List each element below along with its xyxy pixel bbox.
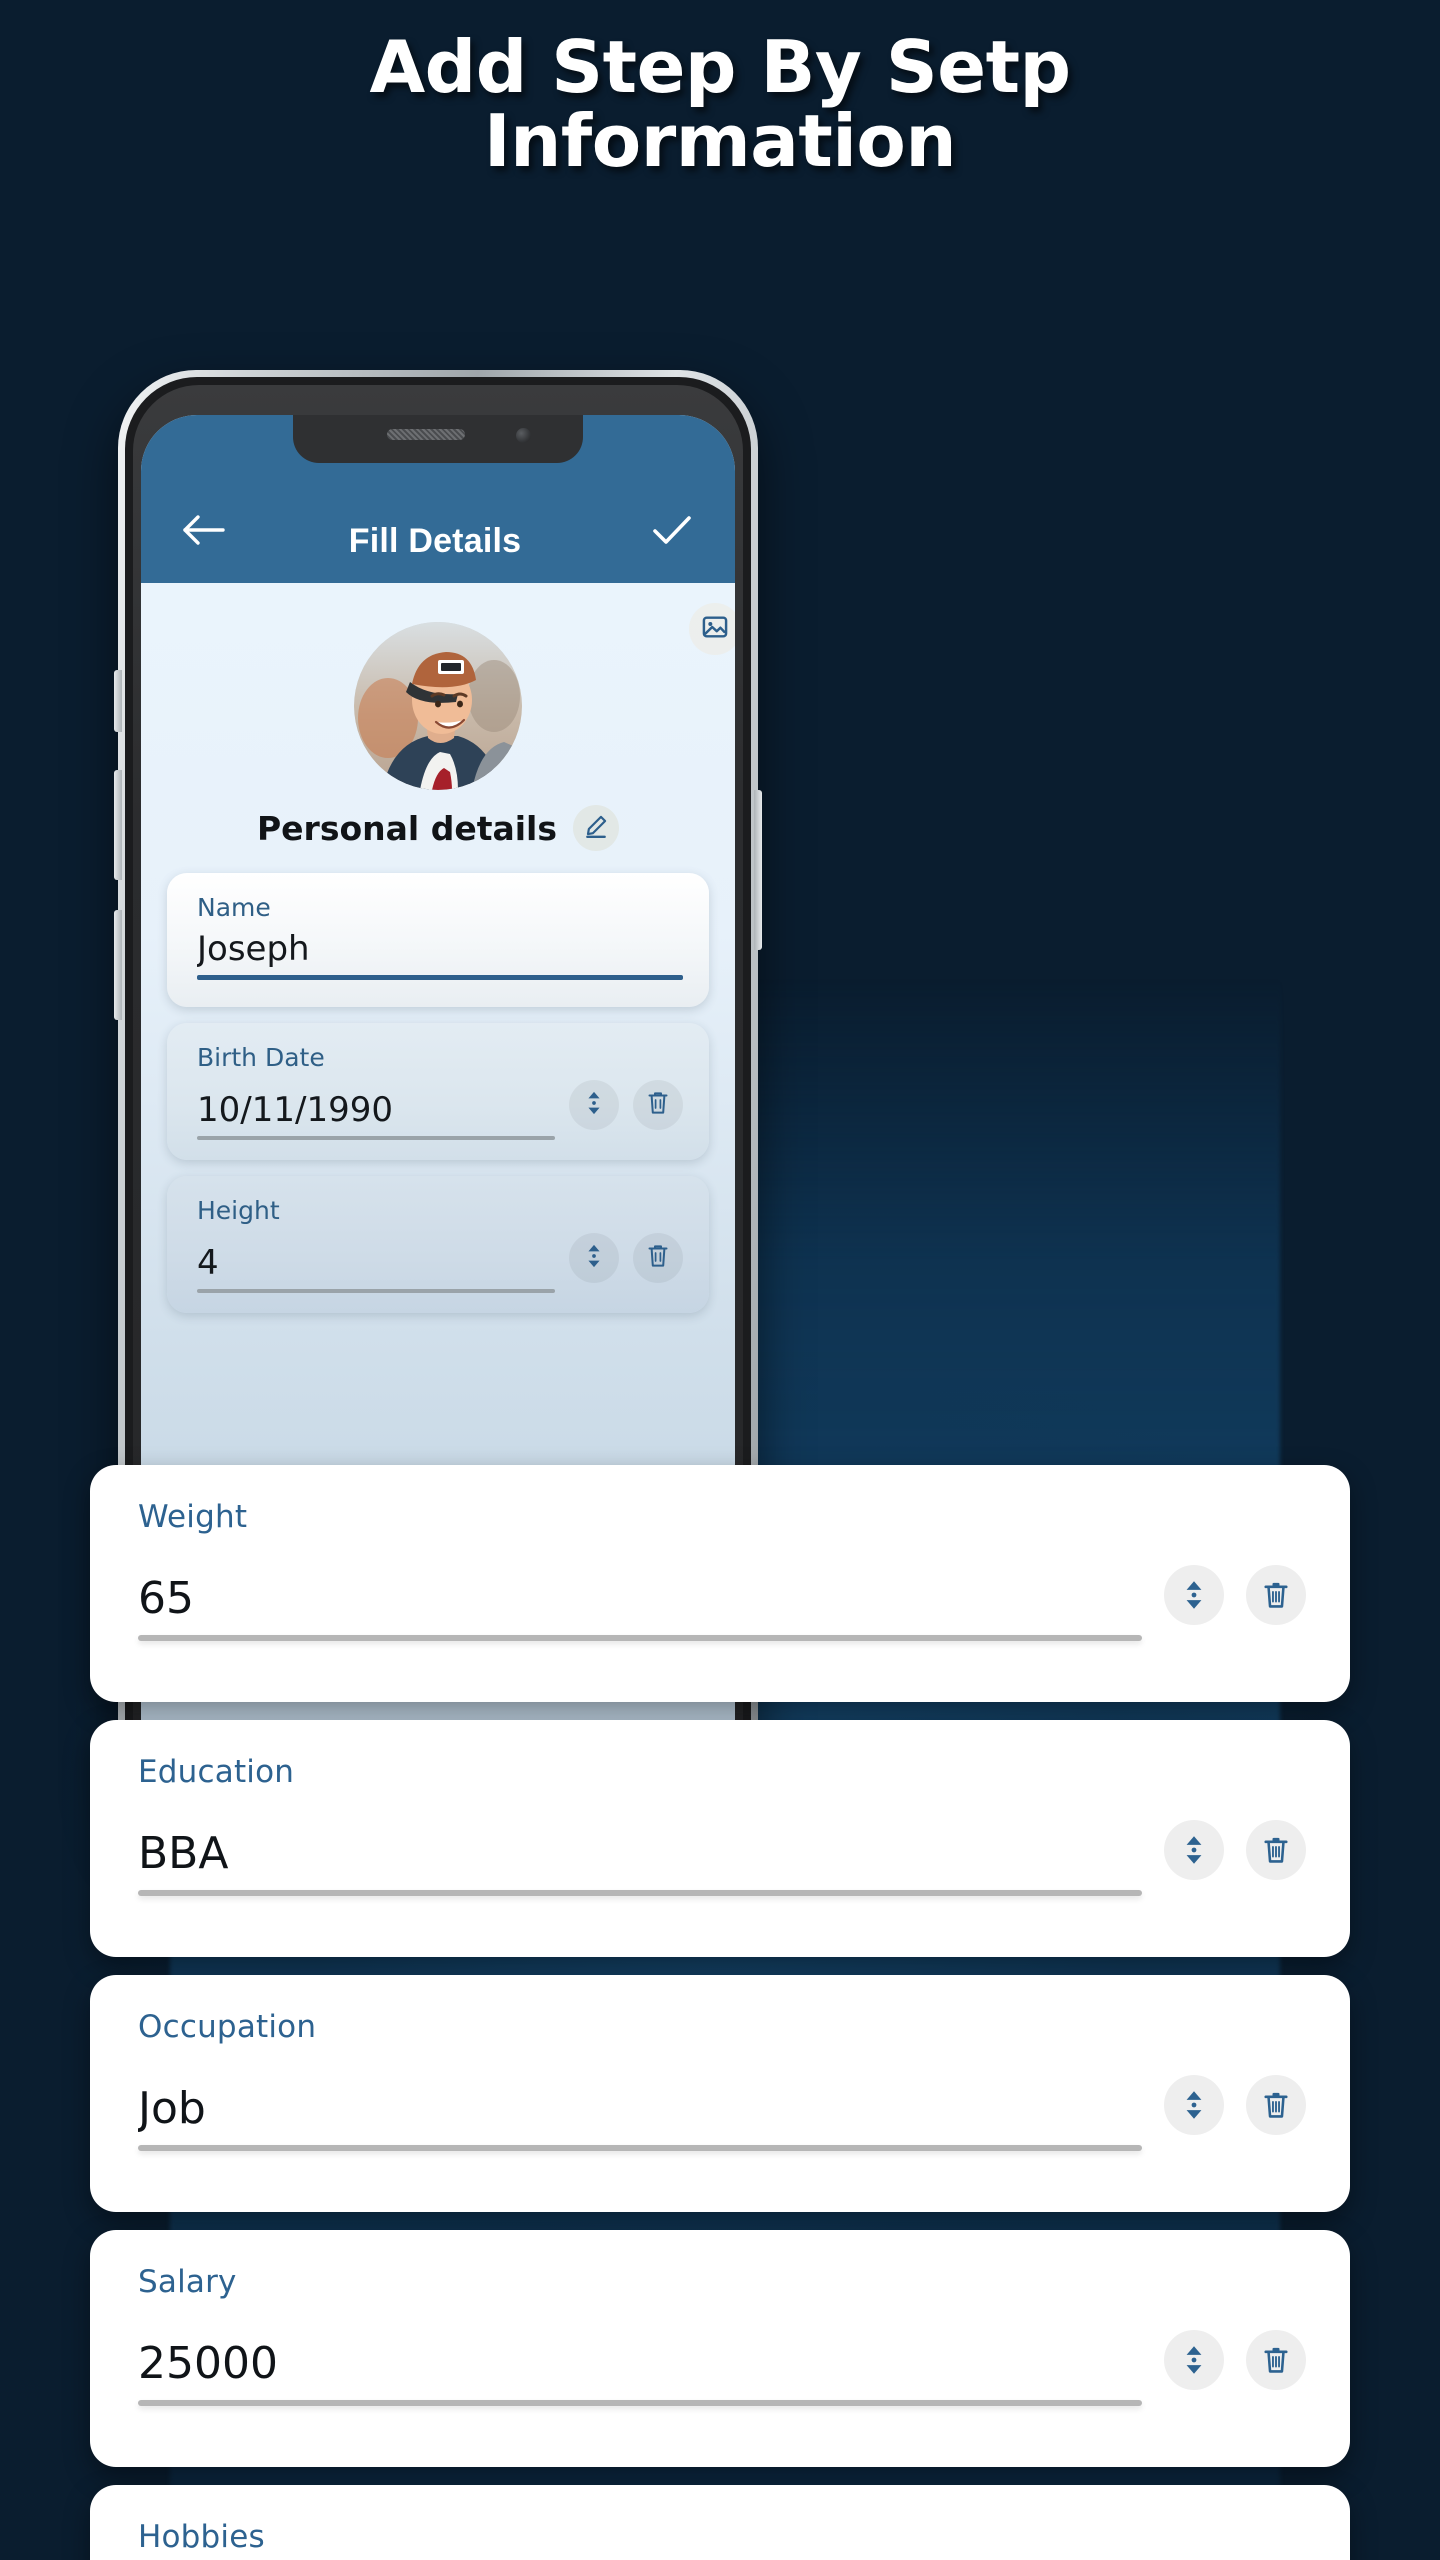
delete-button[interactable] xyxy=(1246,1820,1306,1880)
phone-side-button-volume-down[interactable] xyxy=(114,910,122,1020)
field-label: Name xyxy=(197,893,271,922)
section-header: Personal details xyxy=(141,805,735,851)
field-input-wrapper[interactable]: BBA xyxy=(138,1830,1142,1896)
field-label: Height xyxy=(197,1196,280,1225)
overlay-field-cards: Weight 65 Education BBA Occupation Job S… xyxy=(90,1465,1350,2560)
field-row: Joseph xyxy=(197,930,683,981)
delete-button[interactable] xyxy=(633,1080,683,1130)
delete-button[interactable] xyxy=(1246,2330,1306,2390)
field-input-wrapper[interactable]: 65 xyxy=(138,1575,1142,1641)
section-title: Personal details xyxy=(256,808,558,848)
front-camera-icon xyxy=(516,428,531,443)
pencil-icon xyxy=(583,813,609,844)
field-underline xyxy=(197,1136,555,1140)
delete-button[interactable] xyxy=(633,1233,683,1283)
avatar[interactable] xyxy=(354,622,522,790)
field-value[interactable]: 25000 xyxy=(138,2340,1142,2388)
field-input-wrapper[interactable]: Joseph xyxy=(197,930,683,981)
field-underline xyxy=(138,2145,1142,2151)
field-value[interactable]: BBA xyxy=(138,1830,1142,1878)
overlay-card-weight[interactable]: Weight 65 xyxy=(90,1465,1350,1702)
reorder-button[interactable] xyxy=(1164,2330,1224,2390)
field-row: 4 xyxy=(197,1233,683,1293)
updown-arrows-icon xyxy=(1180,2089,1208,2121)
reorder-button[interactable] xyxy=(1164,2075,1224,2135)
field-row: 25000 xyxy=(138,2330,1306,2406)
phone-side-button-mute[interactable] xyxy=(114,670,122,732)
earpiece-speaker-icon xyxy=(387,429,465,440)
field-row: Job xyxy=(138,2075,1306,2151)
check-icon xyxy=(651,513,693,552)
promo-headline: Add Step By Setp Information xyxy=(0,30,1440,178)
confirm-button[interactable] xyxy=(643,503,701,561)
reorder-button[interactable] xyxy=(569,1233,619,1283)
field-card-height[interactable]: Height 4 xyxy=(167,1176,709,1313)
reorder-button[interactable] xyxy=(1164,1565,1224,1625)
trash-icon xyxy=(646,1090,670,1121)
field-input-wrapper[interactable]: Job xyxy=(138,2085,1142,2151)
field-underline xyxy=(138,1890,1142,1896)
edit-section-button[interactable] xyxy=(573,805,620,851)
updown-arrows-icon xyxy=(1180,2344,1208,2376)
field-value[interactable]: 65 xyxy=(138,1575,1142,1623)
updown-arrows-icon xyxy=(1180,1579,1208,1611)
field-card-name[interactable]: Name Joseph xyxy=(167,873,709,1007)
field-value[interactable]: 10/11/1990 xyxy=(197,1091,555,1130)
field-label: Occupation xyxy=(138,2009,317,2045)
change-photo-button[interactable] xyxy=(689,603,735,655)
overlay-card-hobbies[interactable]: Hobbies Football xyxy=(90,2485,1350,2560)
field-row: 10/11/1990 xyxy=(197,1080,683,1140)
overlay-card-salary[interactable]: Salary 25000 xyxy=(90,2230,1350,2467)
field-row: BBA xyxy=(138,1820,1306,1896)
field-underline xyxy=(197,1289,555,1293)
field-value[interactable]: 4 xyxy=(197,1244,555,1283)
field-value[interactable]: Job xyxy=(138,2085,1142,2133)
reorder-button[interactable] xyxy=(1164,1820,1224,1880)
overlay-card-occupation[interactable]: Occupation Job xyxy=(90,1975,1350,2212)
field-label: Weight xyxy=(138,1499,248,1535)
field-row: 65 xyxy=(138,1565,1306,1641)
phone-field-list: Name Joseph Birth Date 10/11/1990 Height… xyxy=(141,873,735,1313)
updown-arrows-icon xyxy=(1180,1834,1208,1866)
field-label: Birth Date xyxy=(197,1043,325,1072)
phone-notch xyxy=(293,415,583,463)
field-label: Salary xyxy=(138,2264,237,2300)
promo-headline-line-1: Add Step By Setp xyxy=(369,25,1071,109)
field-value[interactable]: Joseph xyxy=(197,930,683,969)
reorder-button[interactable] xyxy=(569,1080,619,1130)
phone-side-button-power[interactable] xyxy=(754,790,762,950)
promo-headline-line-2: Information xyxy=(483,99,957,184)
overlay-card-education[interactable]: Education BBA xyxy=(90,1720,1350,1957)
arrow-left-icon xyxy=(182,513,226,552)
avatar-zone xyxy=(141,601,735,811)
back-button[interactable] xyxy=(175,503,233,561)
app-bar-title: Fill Details xyxy=(348,522,522,560)
field-underline xyxy=(197,975,683,981)
delete-button[interactable] xyxy=(1246,2075,1306,2135)
field-input-wrapper[interactable]: 25000 xyxy=(138,2340,1142,2406)
delete-button[interactable] xyxy=(1246,1565,1306,1625)
field-label: Education xyxy=(138,1754,295,1790)
trash-icon xyxy=(1262,2089,1290,2121)
updown-arrows-icon xyxy=(582,1090,606,1121)
phone-side-button-volume-up[interactable] xyxy=(114,770,122,880)
field-input-wrapper[interactable]: 4 xyxy=(197,1244,555,1293)
image-icon xyxy=(701,613,729,646)
trash-icon xyxy=(1262,1579,1290,1611)
field-card-birth-date[interactable]: Birth Date 10/11/1990 xyxy=(167,1023,709,1160)
trash-icon xyxy=(1262,1834,1290,1866)
field-underline xyxy=(138,2400,1142,2406)
trash-icon xyxy=(1262,2344,1290,2376)
updown-arrows-icon xyxy=(582,1243,606,1274)
trash-icon xyxy=(646,1243,670,1274)
field-input-wrapper[interactable]: 10/11/1990 xyxy=(197,1091,555,1140)
field-underline xyxy=(138,1635,1142,1641)
field-label: Hobbies xyxy=(138,2519,265,2555)
